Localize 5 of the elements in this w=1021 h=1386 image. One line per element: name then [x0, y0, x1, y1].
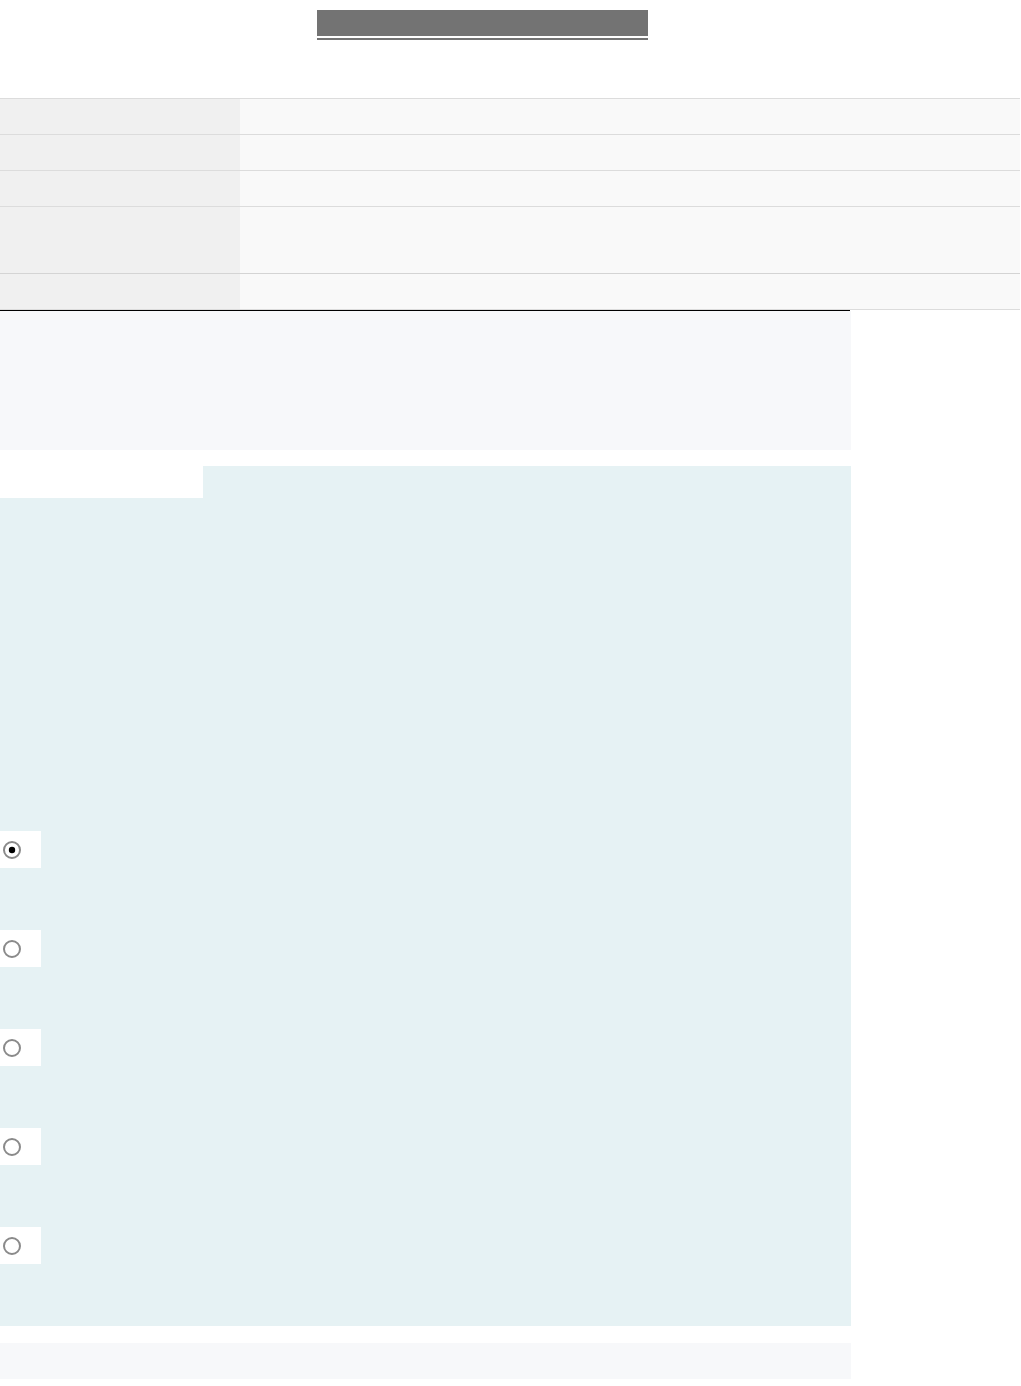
radio-button[interactable] — [2, 938, 22, 959]
radio-button[interactable] — [2, 1235, 22, 1256]
radio-button[interactable] — [2, 1136, 22, 1157]
radio-button[interactable] — [2, 1037, 22, 1058]
radio-button[interactable] — [2, 839, 22, 860]
